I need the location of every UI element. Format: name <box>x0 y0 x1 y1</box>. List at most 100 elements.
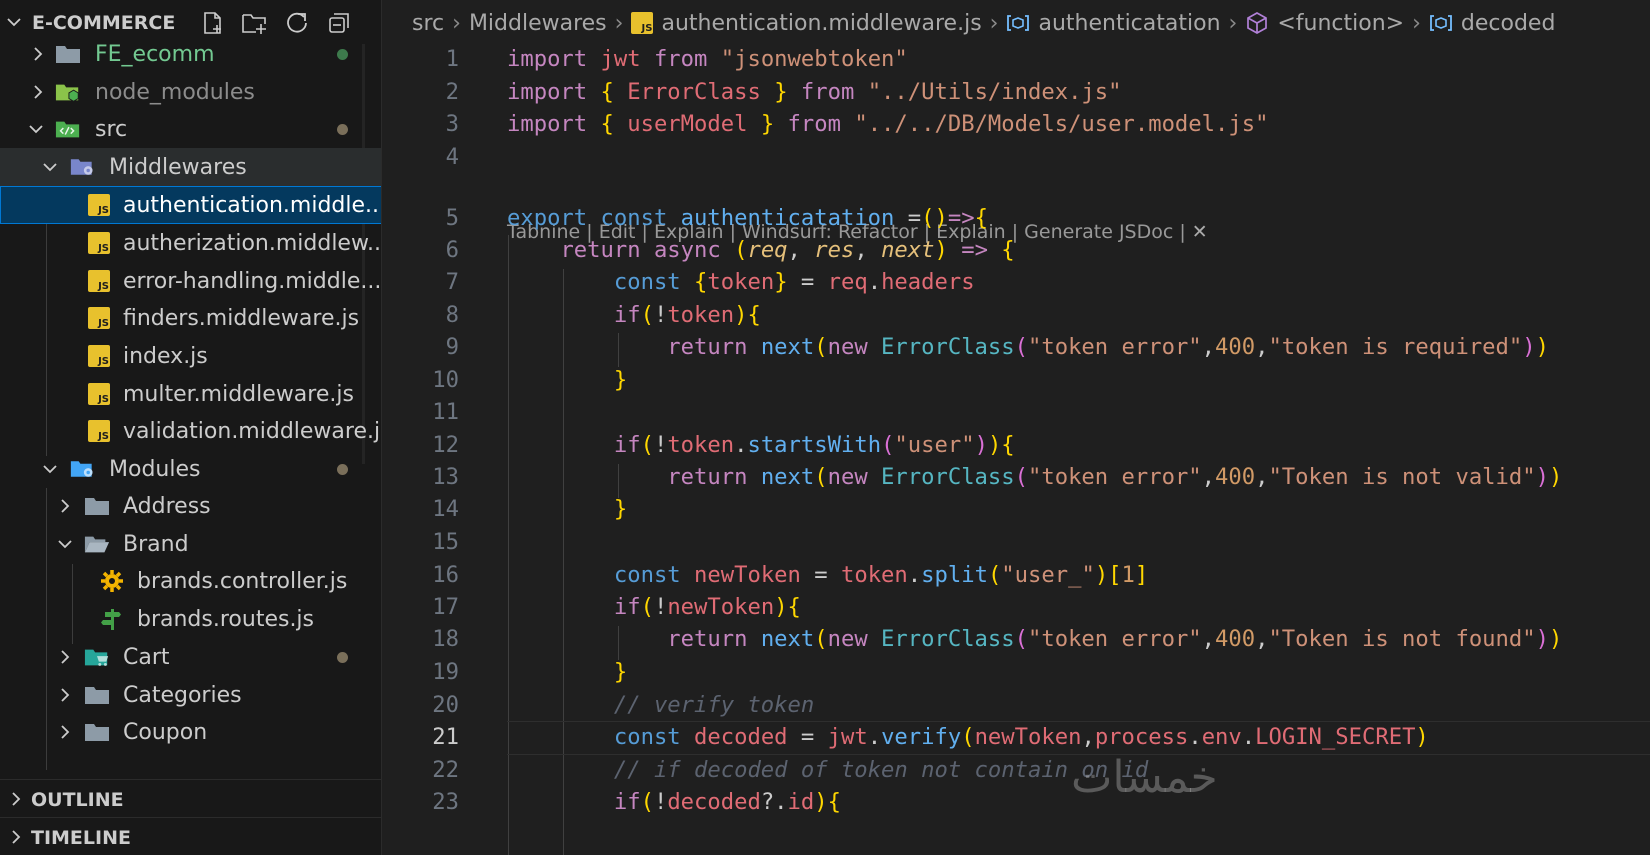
tree-item-coupon[interactable]: Coupon <box>0 713 381 751</box>
breadcrumb-src[interactable]: src <box>412 11 444 36</box>
folder-icon <box>84 720 110 744</box>
tree-item-label: brands.controller.js <box>137 569 348 594</box>
code-text[interactable]: return next(new ErrorClass("token error"… <box>507 464 1562 490</box>
code-line[interactable]: 12 if(!token.startsWith("user")){ <box>383 429 1650 463</box>
tree-item-modules[interactable]: Modules <box>0 450 381 488</box>
code-text[interactable]: } <box>507 367 627 393</box>
new-folder-icon[interactable] <box>240 8 270 38</box>
code-line[interactable]: 13 return next(new ErrorClass("token err… <box>383 461 1650 495</box>
breadcrumb-label: authenticatation <box>1038 10 1221 36</box>
code-line[interactable]: 19 } <box>383 656 1650 690</box>
code-text[interactable]: return async (req, res, next) => { <box>507 237 1014 263</box>
code-line[interactable]: 1 import jwt from "jsonwebtoken" <box>383 43 1650 77</box>
chevron-right-icon <box>61 499 70 513</box>
refresh-icon[interactable] <box>282 8 312 38</box>
code-line[interactable]: 14 } <box>383 493 1650 527</box>
new-file-icon[interactable] <box>198 8 228 38</box>
code-text[interactable]: const newToken = token.split("user_")[1] <box>507 562 1148 588</box>
code-line[interactable]: 17 if(!newToken){ <box>383 591 1650 625</box>
code-line[interactable]: 20 // verify token <box>383 689 1650 723</box>
tree-item-index-js[interactable]: JS index.js <box>0 337 381 375</box>
code-line[interactable]: 15 <box>383 526 1650 560</box>
breadcrumb-label: src <box>412 10 445 36</box>
tree-item-error-handling-middleware[interactable]: JS error-handling.middle... <box>0 262 381 300</box>
code-text[interactable]: import { ErrorClass } from "../Utils/ind… <box>507 79 1122 105</box>
tree-item-label: finders.middleware.js <box>123 306 360 331</box>
breadcrumb-variable[interactable]: decoded <box>1429 11 1555 36</box>
chevron-right-icon: › <box>614 10 624 36</box>
breadcrumb-file[interactable]: JS authentication.middleware.js <box>631 11 982 36</box>
code-line[interactable]: 16 const newToken = token.split("user_")… <box>383 559 1650 593</box>
tree-item-brands-controller[interactable]: brands.controller.js <box>0 562 381 600</box>
tree-item-fe-ecomm[interactable]: FE_ecomm <box>0 35 381 73</box>
code-text[interactable]: const {token} = req.headers <box>507 269 975 295</box>
code-editor[interactable]: src › Middlewares › JS authentication.mi… <box>383 0 1650 855</box>
tree-item-address[interactable]: Address <box>0 487 381 525</box>
tree-item-multer-middleware[interactable]: JS multer.middleware.js <box>0 375 381 413</box>
js-file-icon: JS <box>86 231 112 255</box>
code-line[interactable]: 11 <box>383 396 1650 430</box>
code-text[interactable]: if(!decoded?.id){ <box>507 789 841 815</box>
chevron-down-icon <box>58 540 72 549</box>
tree-item-finders-middleware[interactable]: JS finders.middleware.js <box>0 299 381 337</box>
line-number: 16 <box>432 562 459 588</box>
code-text[interactable]: import { userModel } from "../../DB/Mode… <box>507 111 1268 137</box>
chevron-right-icon <box>34 47 43 61</box>
code-line[interactable]: 7 const {token} = req.headers <box>383 266 1650 300</box>
tree-item-middlewares[interactable]: Middlewares <box>0 148 381 186</box>
method-cube-icon <box>1245 11 1269 35</box>
chevron-down-icon <box>29 125 43 134</box>
collapse-all-icon[interactable] <box>324 8 354 38</box>
code-line[interactable]: 5 export const authenticatation =()=>{ <box>383 202 1650 236</box>
js-file-icon: JS <box>86 269 112 293</box>
chevron-down-icon[interactable] <box>4 12 24 32</box>
tree-item-node-modules[interactable]: node_modules <box>0 73 381 111</box>
outline-section[interactable]: OUTLINE <box>0 779 381 817</box>
line-number: 21 <box>432 724 459 750</box>
code-line[interactable]: 4 <box>383 141 1650 175</box>
tree-item-autherization-middleware[interactable]: JS autherization.middlew... <box>0 224 381 262</box>
tree-item-cart[interactable]: Cart <box>0 638 381 676</box>
code-text[interactable]: } <box>507 659 627 685</box>
tree-item-authentication-middleware[interactable]: JS authentication.middle... <box>0 186 381 224</box>
tree-item-label: src <box>95 117 128 142</box>
code-line[interactable]: 3 import { userModel } from "../../DB/Mod… <box>383 108 1650 142</box>
code-text[interactable]: } <box>507 496 627 522</box>
tree-item-src[interactable]: src <box>0 110 381 148</box>
code-line[interactable]: 6 return async (req, res, next) => { <box>383 234 1650 268</box>
chevron-right-icon <box>61 688 70 702</box>
tree-item-label: brands.routes.js <box>137 607 315 632</box>
tree-item-categories[interactable]: Categories <box>0 676 381 714</box>
code-text[interactable]: import jwt from "jsonwebtoken" <box>507 46 908 72</box>
breadcrumb-label: Middlewares <box>468 10 607 36</box>
code-text[interactable]: const decoded = jwt.verify(newToken,proc… <box>507 724 1429 750</box>
code-line[interactable]: 8 if(!token){ <box>383 299 1650 333</box>
code-line[interactable]: 9 return next(new ErrorClass("token erro… <box>383 331 1650 365</box>
tree-item-brand[interactable]: Brand <box>0 525 381 563</box>
breadcrumb-function[interactable]: <function> <box>1245 11 1404 36</box>
breadcrumb-folder[interactable]: Middlewares <box>469 11 607 36</box>
tree-item-brands-routes[interactable]: brands.routes.js <box>0 600 381 638</box>
code-line[interactable]: 2 import { ErrorClass } from "../Utils/in… <box>383 76 1650 110</box>
chevron-down-icon <box>43 465 57 474</box>
timeline-section[interactable]: TIMELINE <box>0 817 381 855</box>
code-text[interactable]: return next(new ErrorClass("token error"… <box>507 334 1549 360</box>
breadcrumb-symbol[interactable]: authenticatation <box>1006 10 1221 36</box>
folder-open-icon <box>84 532 110 556</box>
code-line[interactable]: 10 } <box>383 364 1650 398</box>
code-text[interactable]: return next(new ErrorClass("token error"… <box>507 626 1562 652</box>
code-text[interactable]: export const authenticatation =()=>{ <box>507 205 988 231</box>
code-text[interactable]: if(!newToken){ <box>507 594 801 620</box>
tree-item-label: Cart <box>123 645 170 670</box>
code-line[interactable]: 23 if(!decoded?.id){ <box>383 786 1650 820</box>
code-text[interactable]: if(!token.startsWith("user")){ <box>507 432 1015 458</box>
code-text[interactable]: if(!token){ <box>507 302 761 328</box>
code-text[interactable]: // verify token <box>507 692 814 718</box>
tree-item-label: Address <box>123 494 211 519</box>
tree-item-validation-middleware[interactable]: JS validation.middleware.js <box>0 412 381 450</box>
code-text[interactable]: // if decoded of token not contain on id <box>507 757 1148 783</box>
line-number: 19 <box>432 659 459 685</box>
code-line[interactable]: 18 return next(new ErrorClass("token err… <box>383 623 1650 657</box>
code-line[interactable]: 22 // if decoded of token not contain on… <box>383 754 1650 788</box>
code-line[interactable]: 21 const decoded = jwt.verify(newToken,p… <box>383 721 1650 755</box>
